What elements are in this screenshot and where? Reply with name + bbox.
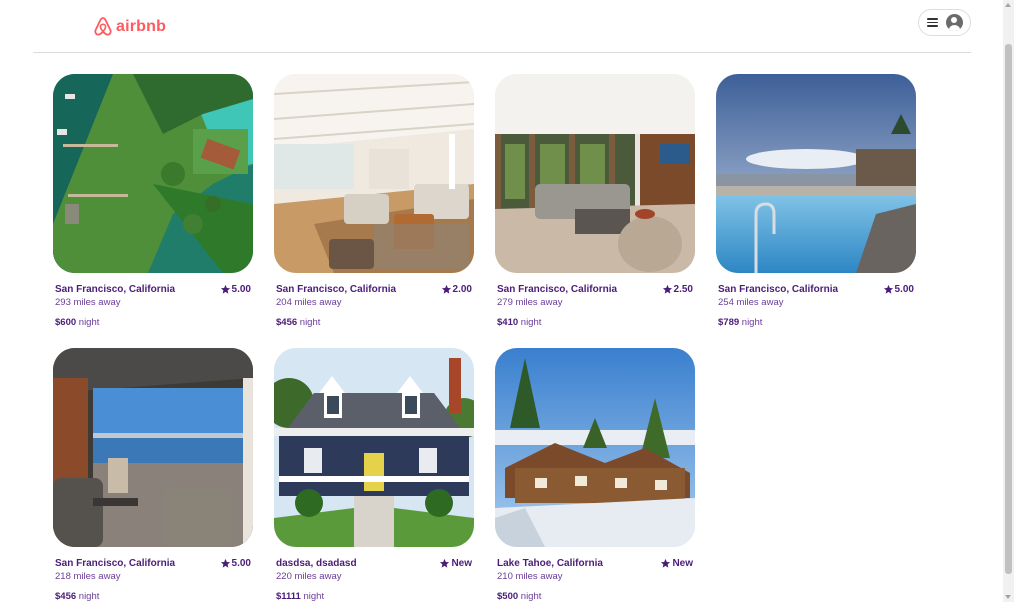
listing-distance: 279 miles away	[497, 297, 563, 308]
listing-rating: 5.00	[220, 284, 251, 295]
listing-rating: New	[660, 558, 693, 569]
rating-value: New	[451, 558, 472, 569]
star-icon	[661, 558, 671, 568]
listing-card[interactable]: San Francisco, California 5.00 218 miles…	[53, 348, 253, 602]
listing-photo-navy-house[interactable]	[274, 348, 474, 547]
price-amount: $456	[55, 591, 77, 602]
listing-distance: 204 miles away	[276, 297, 342, 308]
price-amount: $789	[718, 317, 740, 328]
listing-location: Lake Tahoe, California	[497, 558, 603, 569]
listing-price: $500 night	[497, 591, 541, 602]
listing-photo-modern-living-room[interactable]	[495, 74, 695, 273]
listing-location: dasdsa, dsadasd	[276, 558, 357, 569]
listing-rating: 2.50	[662, 284, 693, 295]
price-amount: $1111	[276, 591, 301, 602]
vertical-scrollbar[interactable]	[1003, 0, 1014, 602]
listing-location: San Francisco, California	[55, 284, 176, 295]
listing-price: $600 night	[55, 317, 99, 328]
star-icon	[440, 558, 450, 568]
listing-card[interactable]: dasdsa, dsadasd New 220 miles away $1111…	[274, 348, 474, 602]
star-icon	[220, 558, 230, 568]
rating-value: 5.00	[231, 558, 251, 569]
price-amount: $410	[497, 317, 519, 328]
price-unit: night	[303, 591, 325, 602]
rating-value: New	[672, 558, 693, 569]
listing-location: San Francisco, California	[55, 558, 176, 569]
airbnb-logo-icon	[94, 17, 112, 36]
star-icon	[220, 284, 230, 294]
star-icon	[441, 284, 451, 294]
user-avatar-icon	[945, 14, 963, 31]
price-amount: $500	[497, 591, 519, 602]
listing-card[interactable]: Lake Tahoe, California New 210 miles awa…	[495, 348, 695, 602]
price-unit: night	[299, 317, 321, 328]
listing-rating: New	[439, 558, 472, 569]
listing-price: $456 night	[55, 591, 99, 602]
listing-card[interactable]: San Francisco, California 2.00 204 miles…	[274, 74, 474, 328]
listing-photo-lakeside-aerial[interactable]	[53, 74, 253, 273]
scroll-up-arrow-icon[interactable]	[1005, 3, 1011, 7]
listing-card[interactable]: San Francisco, California 5.00 254 miles…	[716, 74, 916, 328]
scrollbar-thumb[interactable]	[1005, 44, 1012, 574]
brand-name: airbnb	[116, 17, 167, 35]
price-amount: $600	[55, 317, 77, 328]
listing-photo-lake-view-porch[interactable]	[53, 348, 253, 547]
price-amount: $456	[276, 317, 298, 328]
top-navbar: airbnb	[33, 0, 971, 53]
listing-card[interactable]: San Francisco, California 5.00 293 miles…	[53, 74, 253, 328]
listing-photo-log-cabin[interactable]	[495, 348, 695, 547]
listing-price: $789 night	[718, 317, 762, 328]
listing-price: $1111 night	[276, 591, 324, 602]
listing-location: San Francisco, California	[718, 284, 839, 295]
airbnb-logo[interactable]: airbnb	[93, 16, 166, 37]
price-unit: night	[78, 591, 100, 602]
listing-location: San Francisco, California	[276, 284, 397, 295]
listing-distance: 220 miles away	[276, 571, 342, 582]
listing-price: $410 night	[497, 317, 541, 328]
listing-distance: 218 miles away	[55, 571, 121, 582]
price-unit: night	[520, 317, 542, 328]
rating-value: 2.50	[673, 284, 693, 295]
listing-rating: 5.00	[220, 558, 251, 569]
listing-price: $456 night	[276, 317, 320, 328]
hamburger-icon	[926, 18, 938, 27]
listing-photo-bright-living-room[interactable]	[274, 74, 474, 273]
listing-distance: 254 miles away	[718, 297, 784, 308]
star-icon	[662, 284, 672, 294]
price-unit: night	[520, 591, 542, 602]
listing-rating: 5.00	[883, 284, 914, 295]
listing-rating: 2.00	[441, 284, 472, 295]
listing-card[interactable]: San Francisco, California 2.50 279 miles…	[495, 74, 695, 328]
listing-photo-resort-pool[interactable]	[716, 74, 916, 273]
rating-value: 5.00	[894, 284, 914, 295]
star-icon	[883, 284, 893, 294]
user-menu-button[interactable]	[918, 9, 971, 36]
listing-location: San Francisco, California	[497, 284, 618, 295]
listing-distance: 293 miles away	[55, 297, 121, 308]
price-unit: night	[741, 317, 763, 328]
rating-value: 2.00	[452, 284, 472, 295]
price-unit: night	[78, 317, 100, 328]
rating-value: 5.00	[231, 284, 251, 295]
scroll-down-arrow-icon[interactable]	[1005, 595, 1011, 599]
listing-distance: 210 miles away	[497, 571, 563, 582]
